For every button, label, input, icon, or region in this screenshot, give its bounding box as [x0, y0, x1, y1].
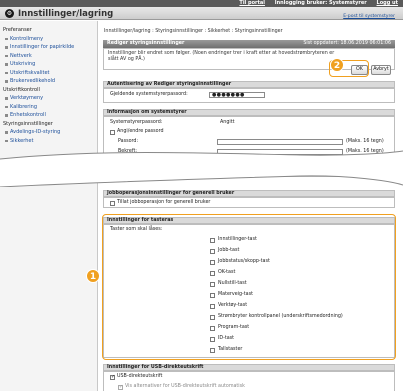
settings-logo-icon: ⚙ — [5, 9, 14, 18]
jobops-section: Tillat jobboperasjon for generell bruker — [103, 197, 395, 208]
set-change-password-label: Angi/endre passord — [117, 129, 164, 134]
sidebar-item-print-quality[interactable]: Utskriftskvalitet — [0, 69, 97, 78]
usb-section-header: Innstillinger for USB-direkteutskrift — [103, 364, 395, 371]
password-label: Passord: — [118, 139, 139, 144]
callout-number-two: 2 — [330, 58, 344, 72]
current-password-label: Gjeldende systemstyrerpassord: — [110, 92, 188, 97]
system-password-label: Systemstyrerpassord: — [110, 120, 163, 125]
jobops-section-header: Jobboperasjonsinnstillinger for generell… — [103, 190, 395, 197]
usb-direct-label: USB-direkteutskrift — [117, 374, 163, 379]
sidebar-item-security[interactable]: Sikkerhet — [0, 137, 97, 146]
sidebar: Preferanser Kontrollmeny Innstillinger f… — [0, 21, 98, 391]
usb-auto-label: Vis alternativer for USB-direkteutskrift… — [125, 384, 245, 389]
current-password-input[interactable]: ●●●●●●● — [209, 92, 265, 98]
set-change-password-checkbox[interactable] — [110, 130, 115, 135]
auth-section: Gjeldende systemstyrerpassord: ●●●●●●● — [103, 88, 395, 103]
breadcrumb: Innstillinger/lagring : Styringsinnstill… — [104, 29, 283, 34]
allow-jobops-label: Tillat jobboperasjon for generell bruker — [117, 200, 211, 205]
sidebar-item-paper-source[interactable]: Innstillinger for papirkilde — [0, 43, 97, 52]
info-text: Innstillinger blir endret som følger. (N… — [108, 51, 335, 62]
system-password-status: Angitt — [220, 120, 235, 125]
sidebar-item-dept-id[interactable]: Avdelings-ID-styring — [0, 128, 97, 137]
callout-number-one: 1 — [86, 269, 100, 283]
main-content: Innstillinger/lagring : Styringsinnstill… — [99, 21, 403, 391]
usb-auto-checkbox[interactable]: ✓ — [118, 384, 123, 390]
cancel-button[interactable]: Avbryt — [371, 65, 391, 75]
last-updated: Sist oppdatert: 18.06.2019 06:01:06 — [303, 41, 391, 46]
page-break-wave — [0, 150, 403, 187]
sidebar-item-maintenance[interactable]: Brukervedlikehold — [0, 77, 97, 86]
logout-link[interactable]: Logg ut — [377, 0, 398, 6]
login-user-label: Innlogging bruker: Systemstyrer — [274, 0, 367, 6]
usb-direct-checkbox[interactable]: ✓ — [110, 374, 115, 380]
sidebar-item-tools[interactable]: Verktøymeny — [0, 94, 97, 103]
panel-title-bar: Rediger styringsinnstillinger Sist oppda… — [103, 40, 395, 48]
top-bar: Til portal Innlogging bruker: Systemstyr… — [0, 0, 403, 7]
sidebar-item-network[interactable]: Nettverk — [0, 52, 97, 61]
allow-jobops-checkbox[interactable] — [110, 201, 115, 206]
password-input[interactable] — [217, 139, 343, 145]
sidebar-item-device-control[interactable]: Enhetskontroll — [0, 111, 97, 120]
sidebar-section-devices[interactable]: Utskriftkontroll — [0, 86, 97, 95]
sidebar-item-control-menu[interactable]: Kontrollmeny — [0, 35, 97, 44]
sysinfo-section-header: Informasjon om systemstyrer — [103, 109, 395, 116]
sidebar-section-preferences[interactable]: Preferanser — [0, 26, 97, 35]
panel-title: Rediger styringsinnstillinger — [107, 41, 185, 46]
callout-frame-keys — [102, 214, 396, 360]
email-admin-link[interactable]: E-post til systemstyrer — [343, 14, 395, 19]
sidebar-item-output[interactable]: Utskriving — [0, 60, 97, 69]
usb-section: ✓ USB-direkteutskrift ✓ Vis alternativer… — [103, 371, 395, 391]
app-header: ⚙ Innstillinger/lagring E-post til syste… — [0, 7, 403, 20]
portal-link[interactable]: Til portal — [239, 0, 265, 6]
page-title: Innstillinger/lagring — [18, 9, 114, 19]
sidebar-section-management[interactable]: Styringsinnstillinger — [0, 120, 97, 129]
password-max-hint: (Maks. 16 tegn) — [346, 139, 384, 144]
auth-section-header: Autentisering av Rediger styringsinnstil… — [103, 81, 395, 88]
sidebar-item-calibration[interactable]: Kalibrering — [0, 103, 97, 112]
